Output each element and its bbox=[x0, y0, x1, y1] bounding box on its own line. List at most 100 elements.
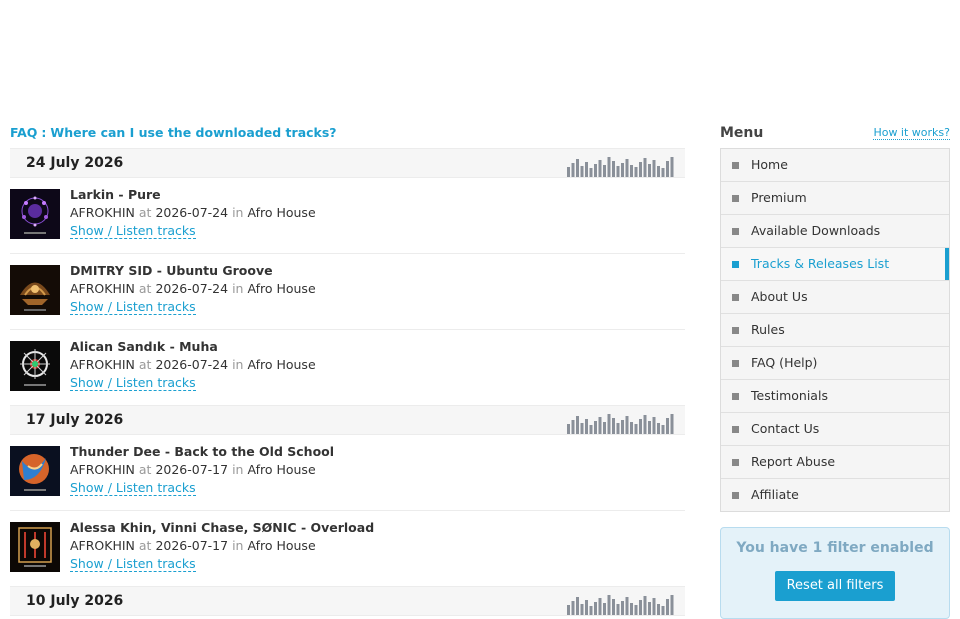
how-it-works-link[interactable]: How it works? bbox=[873, 126, 950, 140]
filter-notice: You have 1 filter enabled Reset all filt… bbox=[720, 527, 950, 619]
waveform-bar bbox=[585, 419, 588, 434]
release-label[interactable]: AFROKHIN bbox=[70, 205, 135, 220]
cover-art-image[interactable] bbox=[10, 446, 60, 496]
waveform-bar bbox=[589, 168, 593, 177]
date-title: 24 July 2026 bbox=[26, 155, 124, 171]
meta-connector: in bbox=[232, 462, 244, 477]
waveform-bar bbox=[616, 166, 620, 177]
waveform-bar bbox=[657, 166, 660, 177]
waveform-bar bbox=[598, 160, 602, 177]
faq-question-link[interactable]: Where can I use the downloaded tracks? bbox=[50, 125, 336, 140]
waveform-bar bbox=[643, 415, 647, 434]
sidebar-item-premium[interactable]: Premium bbox=[721, 182, 949, 215]
waveform-bar bbox=[666, 161, 669, 177]
bullet-icon bbox=[732, 228, 739, 235]
waveform-bar bbox=[594, 164, 597, 177]
faq-line: FAQ: Where can I use the downloaded track… bbox=[10, 118, 685, 148]
waveform-bar bbox=[571, 163, 575, 177]
release-label[interactable]: AFROKHIN bbox=[70, 281, 135, 296]
meta-connector: in bbox=[232, 357, 244, 372]
waveform-bar bbox=[661, 606, 665, 615]
waveform-bar bbox=[580, 604, 584, 615]
waveform-bar bbox=[648, 164, 651, 177]
waveform-bar bbox=[639, 419, 642, 434]
cover-art-image[interactable] bbox=[10, 522, 60, 572]
sidebar-item-report-abuse[interactable]: Report Abuse bbox=[721, 446, 949, 479]
sidebar-item-contact-us[interactable]: Contact Us bbox=[721, 413, 949, 446]
waveform-bar bbox=[598, 598, 602, 615]
cover-art-image[interactable] bbox=[10, 341, 60, 391]
waveform-bar bbox=[657, 604, 660, 615]
listen-tracks-link[interactable]: Show / Listen tracks bbox=[70, 556, 196, 572]
date-header: 10 July 2026 bbox=[10, 586, 685, 616]
release-date: 2026-07-24 bbox=[155, 281, 229, 296]
waveform-bar bbox=[585, 600, 588, 615]
sidebar-item-rules[interactable]: Rules bbox=[721, 314, 949, 347]
release-title[interactable]: Thunder Dee - Back to the Old School bbox=[70, 444, 334, 459]
waveform-bar bbox=[643, 158, 647, 177]
waveform-bar bbox=[670, 595, 674, 615]
release-meta: AFROKHIN at 2026-07-17 in Afro House bbox=[70, 538, 316, 553]
waveform-bar bbox=[657, 423, 660, 434]
sidebar-item-available-downloads[interactable]: Available Downloads bbox=[721, 215, 949, 248]
release-label[interactable]: AFROKHIN bbox=[70, 538, 135, 553]
release-genre[interactable]: Afro House bbox=[247, 281, 315, 296]
release-genre[interactable]: Afro House bbox=[247, 357, 315, 372]
waveform-bar bbox=[621, 420, 624, 434]
release-date: 2026-07-24 bbox=[155, 357, 229, 372]
waveform-bar bbox=[670, 157, 674, 177]
waveform-bar bbox=[666, 418, 669, 434]
waveform-bar bbox=[576, 416, 579, 434]
sidebar-item-faq[interactable]: FAQ (Help) bbox=[721, 347, 949, 380]
sidebar-item-testimonials[interactable]: Testimonials bbox=[721, 380, 949, 413]
release-label[interactable]: AFROKHIN bbox=[70, 462, 135, 477]
release-title[interactable]: Larkin - Pure bbox=[70, 187, 161, 202]
release-title[interactable]: DMITRY SID - Ubuntu Groove bbox=[70, 263, 273, 278]
faq-link[interactable]: FAQ bbox=[10, 125, 37, 140]
sidebar: Menu How it works? Home Premium Availabl… bbox=[720, 118, 950, 619]
listen-tracks-link[interactable]: Show / Listen tracks bbox=[70, 480, 196, 496]
waveform-bar bbox=[661, 425, 665, 434]
sidebar-item-affiliate[interactable]: Affiliate bbox=[721, 479, 949, 511]
waveform-bar bbox=[670, 414, 674, 434]
listen-tracks-link[interactable]: Show / Listen tracks bbox=[70, 223, 196, 239]
waveform-bar bbox=[625, 416, 629, 434]
waveform-bar bbox=[616, 423, 620, 434]
release-genre[interactable]: Afro House bbox=[247, 538, 315, 553]
release-genre[interactable]: Afro House bbox=[247, 462, 315, 477]
sidebar-item-about-us[interactable]: About Us bbox=[721, 281, 949, 314]
sidebar-item-label: Affiliate bbox=[751, 487, 799, 502]
reset-filters-button[interactable]: Reset all filters bbox=[775, 571, 895, 601]
meta-connector: in bbox=[232, 281, 244, 296]
menu-title: Menu bbox=[720, 125, 764, 141]
release-title[interactable]: Alessa Khin, Vinni Chase, SØNIC - Overlo… bbox=[70, 520, 374, 535]
sidebar-menu: Home Premium Available Downloads Tracks … bbox=[720, 148, 950, 512]
waveform-bar bbox=[661, 168, 665, 177]
sidebar-item-home[interactable]: Home bbox=[721, 149, 949, 182]
waveform-bar bbox=[652, 417, 656, 434]
waveform-bar bbox=[616, 604, 620, 615]
sidebar-item-label: Tracks & Releases List bbox=[751, 256, 890, 271]
meta-connector: in bbox=[232, 205, 244, 220]
cover-art-image[interactable] bbox=[10, 265, 60, 315]
listen-tracks-link[interactable]: Show / Listen tracks bbox=[70, 375, 196, 391]
date-title: 10 July 2026 bbox=[26, 593, 124, 609]
release-genre[interactable]: Afro House bbox=[247, 205, 315, 220]
release-item: Alican Sandık - Muha AFROKHIN at 2026-07… bbox=[10, 330, 685, 405]
waveform-bar bbox=[589, 425, 593, 434]
release-label[interactable]: AFROKHIN bbox=[70, 357, 135, 372]
cover-art-image[interactable] bbox=[10, 189, 60, 239]
release-title[interactable]: Alican Sandık - Muha bbox=[70, 339, 218, 354]
bullet-icon bbox=[732, 294, 739, 301]
release-item: Thunder Dee - Back to the Old School AFR… bbox=[10, 435, 685, 511]
listen-tracks-link[interactable]: Show / Listen tracks bbox=[70, 299, 196, 315]
waveform-bar bbox=[580, 166, 584, 177]
release-item: DMITRY SID - Ubuntu Groove AFROKHIN at 2… bbox=[10, 254, 685, 330]
meta-connector: at bbox=[138, 205, 152, 220]
release-date: 2026-07-17 bbox=[155, 462, 229, 477]
sidebar-item-tracks-releases[interactable]: Tracks & Releases List bbox=[721, 248, 949, 281]
waveform-bar bbox=[603, 422, 606, 434]
waveform-bar bbox=[612, 161, 615, 177]
date-title: 17 July 2026 bbox=[26, 412, 124, 428]
waveform-bar bbox=[598, 417, 602, 434]
